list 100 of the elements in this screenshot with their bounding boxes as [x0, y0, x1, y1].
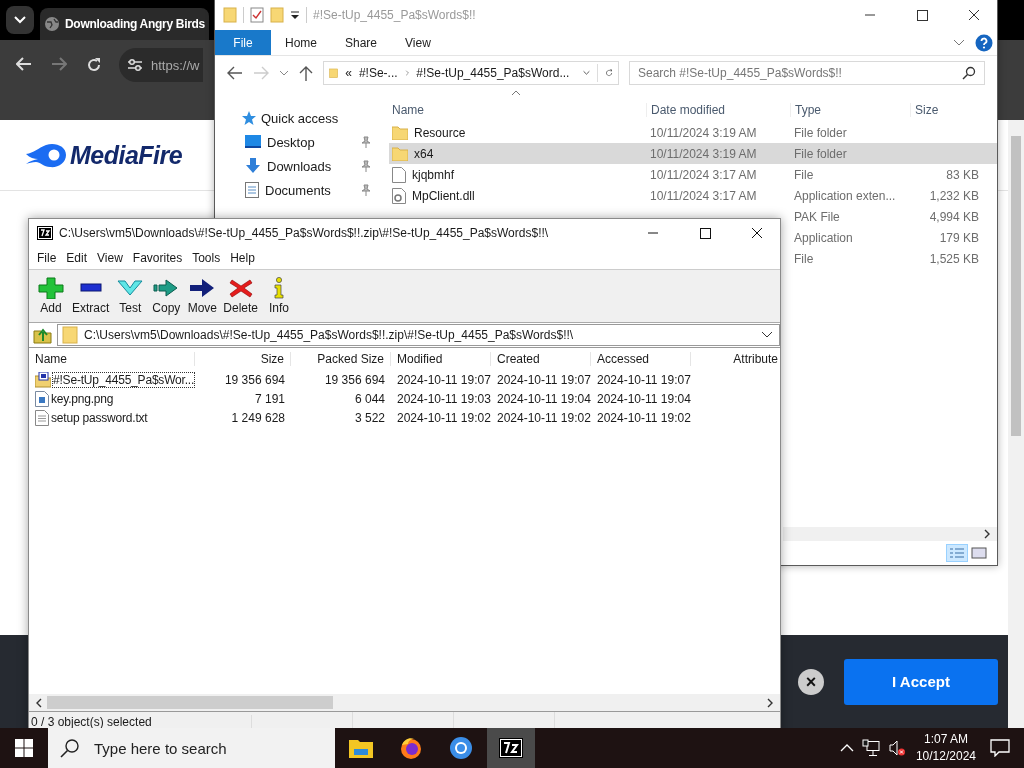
toolbar-button[interactable]: Test: [112, 277, 149, 315]
modified-cell-text: 2024-10-11 19:07: [396, 372, 491, 387]
search-field[interactable]: Type here to search: [48, 728, 335, 768]
reload-icon[interactable]: [86, 57, 102, 73]
archive-item-name[interactable]: #!Se-tUp_4455_Pa$sWor...: [53, 372, 195, 387]
address-field[interactable]: https://w: [119, 48, 204, 82]
modified-cell-text: 2024-10-11 19:02: [396, 410, 491, 425]
folder-icon: [392, 125, 408, 140]
breadcrumb-item[interactable]: «: [345, 66, 352, 80]
ribbon-tab[interactable]: Share: [331, 30, 392, 55]
nav-item[interactable]: Quick access: [215, 106, 381, 130]
toolbar-button[interactable]: Copy: [148, 277, 185, 315]
ribbon-tab[interactable]: Home: [271, 30, 331, 55]
size-cell-text: 7 191: [253, 391, 286, 406]
file-row[interactable]: File 1,525 KB: [790, 248, 983, 269]
pin-icon[interactable]: [361, 184, 371, 196]
close-button[interactable]: ×: [798, 668, 824, 695]
notifications-icon[interactable]: [990, 739, 1010, 757]
scroll-left-icon[interactable]: [35, 697, 43, 708]
ribbon-tab[interactable]: View: [391, 30, 445, 55]
column-header[interactable]: Name: [29, 352, 195, 366]
up-icon[interactable]: [299, 65, 313, 81]
file-row[interactable]: Application 179 KB: [790, 227, 983, 248]
file-row[interactable]: x64 10/11/2024 3:19 AM File folder: [389, 143, 997, 164]
toolbar-button[interactable]: Info: [261, 277, 298, 315]
horizontal-scrollbar[interactable]: [29, 694, 780, 711]
column-header[interactable]: Accessed: [591, 352, 691, 366]
browser-tab[interactable]: Downloading Angry Birds: [40, 8, 209, 40]
nav-item[interactable]: Downloads: [215, 154, 381, 178]
archive-item-name[interactable]: setup password.txt: [51, 410, 148, 425]
file-size: 179 KB: [939, 230, 979, 245]
address-bar[interactable]: « #!Se-... #!Se-tUp_4455_Pa$sWord...: [323, 61, 619, 85]
archive-item-name[interactable]: key.png.png: [51, 391, 114, 406]
toolbar-button[interactable]: Extract: [69, 277, 113, 315]
tray-caret-icon[interactable]: [839, 743, 854, 753]
pin-icon[interactable]: [361, 160, 371, 172]
column-header[interactable]: Packed Size: [291, 352, 391, 366]
search-field[interactable]: Search #!Se-tUp_4455_Pa$sWords$!!: [629, 61, 985, 85]
toolbar-button[interactable]: Delete: [220, 277, 262, 315]
created-cell-text: 2024-10-11 19:07: [496, 372, 591, 387]
menu-item[interactable]: Help: [225, 251, 260, 265]
column-header[interactable]: Created: [491, 352, 591, 366]
file-row[interactable]: Resource 10/11/2024 3:19 AM File folder: [389, 122, 997, 143]
document-icon: [245, 182, 259, 198]
menu-item[interactable]: Tools: [187, 251, 226, 265]
move-arrow-icon: [189, 277, 216, 299]
tab-title: Downloading Angry Birds: [65, 17, 205, 31]
pin-icon[interactable]: [361, 136, 371, 148]
column-header[interactable]: Modified: [391, 352, 491, 366]
column-header[interactable]: Size: [910, 103, 983, 117]
horizontal-scrollbar[interactable]: [783, 527, 997, 541]
accept-button[interactable]: I Accept: [844, 658, 998, 705]
file-row[interactable]: PAK File 4,994 KB: [790, 206, 983, 227]
column-header[interactable]: Date modified: [646, 103, 790, 117]
path-field[interactable]: C:\Users\vm5\Downloads\#!Se-tUp_4455_Pa$sWords$!!.zip\#!Se-tUp_4455_Pa$sWords$!!\: [57, 324, 780, 346]
back-icon[interactable]: [227, 66, 243, 80]
up-folder-icon[interactable]: [33, 326, 53, 344]
desktop-icon: [245, 135, 261, 149]
column-header[interactable]: Type: [790, 103, 910, 117]
clock-time[interactable]: 1:07 AM: [923, 731, 968, 748]
scroll-right-icon[interactable]: [983, 529, 991, 539]
fox-globe-icon: [399, 736, 423, 760]
menu-item[interactable]: Edit: [61, 251, 93, 265]
recent-caret-icon[interactable]: [279, 69, 289, 77]
file-icon: [392, 166, 406, 183]
help-icon[interactable]: [975, 33, 993, 52]
menu-item[interactable]: Favorites: [127, 251, 188, 265]
forward-icon[interactable]: [51, 57, 67, 71]
tab-list-button[interactable]: [6, 6, 34, 34]
file-row[interactable]: kjqbmhf 10/11/2024 3:17 AM File 83 KB: [389, 164, 997, 185]
properties-icon[interactable]: [250, 7, 264, 23]
nav-item[interactable]: Documents: [215, 178, 381, 202]
expand-ribbon-icon[interactable]: [953, 38, 965, 47]
clock-date[interactable]: 10/12/2024: [915, 748, 976, 765]
toolbar-button[interactable]: Add: [33, 277, 69, 315]
image-file-icon: [35, 390, 49, 407]
scroll-right-icon[interactable]: [766, 697, 774, 708]
nav-item[interactable]: Desktop: [215, 130, 381, 154]
column-header[interactable]: Attribute: [691, 352, 780, 366]
ribbon-tab[interactable]: File: [215, 30, 271, 55]
archiver-app-icon: [37, 226, 53, 240]
network-icon[interactable]: [861, 739, 880, 757]
scrollbar[interactable]: [1008, 120, 1024, 728]
menu-item[interactable]: View: [92, 251, 128, 265]
breadcrumb-item[interactable]: #!Se-...: [358, 66, 398, 80]
muted-volume-icon[interactable]: [887, 739, 906, 757]
customize-caret-icon[interactable]: [290, 10, 300, 20]
toolbar-button[interactable]: Move: [184, 277, 221, 315]
packed-size-cell-text: 3 522: [353, 410, 386, 425]
column-header[interactable]: Name: [389, 103, 646, 117]
file-row[interactable]: MpClient.dll 10/11/2024 3:17 AM Application exten... 1,232 KB: [389, 185, 997, 206]
column-header[interactable]: Size: [195, 352, 291, 366]
large-icons-view-icon[interactable]: [969, 545, 989, 561]
copy-arrow-icon: [153, 277, 180, 299]
breadcrumb-item[interactable]: #!Se-tUp_4455_Pa$sWord...: [416, 66, 570, 80]
menu-item[interactable]: File: [32, 251, 62, 265]
site-settings-icon[interactable]: [127, 58, 143, 72]
taskbar-app[interactable]: [487, 728, 535, 768]
mediafire-logo[interactable]: MediaFire: [24, 140, 183, 170]
dropdown-caret-icon[interactable]: [761, 331, 773, 339]
